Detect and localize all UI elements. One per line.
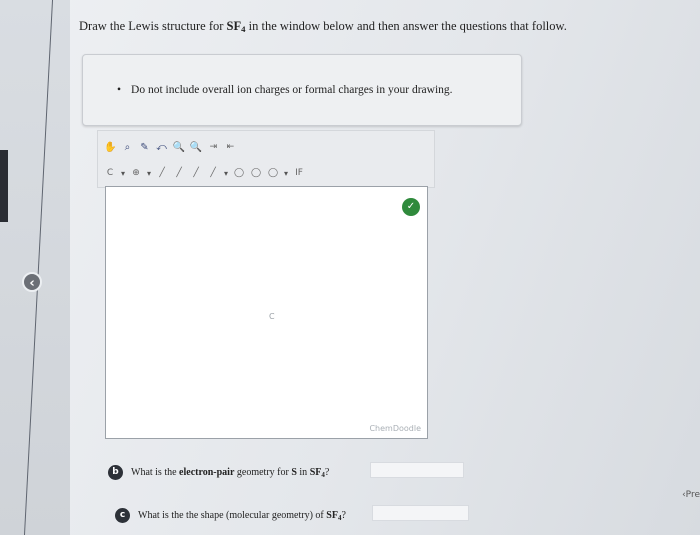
charge-tool-icon[interactable]: ⊕	[130, 165, 142, 181]
chemdoodle-logo: ChemDoodle	[369, 424, 421, 433]
question-b-text: What is the electron-pair geometry for S…	[131, 466, 330, 479]
question-formula: SF	[226, 19, 242, 33]
instruction-box: • Do not include overall ion charges or f…	[82, 54, 522, 126]
lone-pair-tool[interactable]: IF	[293, 165, 305, 181]
chevron-down-icon[interactable]: ▾	[121, 169, 125, 178]
chevron-down-icon[interactable]: ▾	[147, 169, 151, 178]
ring-tool-icon[interactable]: ◯	[233, 165, 245, 181]
instruction-text: • Do not include overall ion charges or f…	[117, 84, 453, 96]
question-c-text: What is the the shape (molecular geometr…	[138, 509, 346, 522]
left-dark-tab	[0, 150, 8, 222]
chevron-down-icon[interactable]: ▾	[224, 169, 228, 178]
drawing-canvas[interactable]: C ChemDoodle	[105, 186, 428, 439]
ring-tool-icon[interactable]: ◯	[250, 165, 262, 181]
eraser-tool-icon[interactable]: ✎	[138, 139, 150, 155]
back-arrow-icon[interactable]: ‹	[22, 272, 42, 292]
single-bond-icon[interactable]: ╱	[156, 165, 168, 181]
canvas-hint: C	[269, 312, 275, 321]
instruction-line: Do not include overall ion charges or fo…	[131, 84, 453, 96]
zoom-in-icon[interactable]: 🔍	[172, 139, 184, 155]
lasso-tool-icon[interactable]: ⌕	[121, 139, 133, 155]
chevron-down-icon[interactable]: ▾	[284, 169, 288, 178]
chemdoodle-toolbar: ✋ ⌕ ✎ ⤺ 🔍 🔍 ⇥ ⇤ C ▾ ⊕ ▾ ╱ ╱ ╱ ╱ ▾ ◯ ◯ ◯ ▾ IF	[97, 130, 435, 188]
question-c-badge: c	[115, 508, 130, 523]
toolbar-row-2: C ▾ ⊕ ▾ ╱ ╱ ╱ ╱ ▾ ◯ ◯ ◯ ▾ IF	[104, 163, 305, 183]
left-panel-edge	[0, 0, 70, 535]
triple-bond-icon[interactable]: ╱	[190, 165, 202, 181]
zoom-out-icon[interactable]: 🔍	[190, 139, 202, 155]
align-icon[interactable]: ⇤	[224, 139, 236, 155]
atom-carbon-tool[interactable]: C	[104, 165, 116, 181]
hand-tool-icon[interactable]: ✋	[104, 139, 116, 155]
undo-icon[interactable]: ⤺	[155, 139, 167, 155]
previous-link[interactable]: ‹Pre	[682, 490, 700, 500]
question-text-before: Draw the Lewis structure for	[79, 19, 227, 33]
question-text-after: in the window below and then answer the …	[245, 19, 567, 33]
answer-c-field[interactable]	[372, 505, 469, 521]
answer-b-field[interactable]	[370, 462, 464, 478]
ring-tool-icon[interactable]: ◯	[267, 165, 279, 181]
double-bond-icon[interactable]: ╱	[173, 165, 185, 181]
question-b: b What is the electron-pair geometry for…	[108, 465, 329, 480]
wedge-bond-icon[interactable]: ╱	[207, 165, 219, 181]
bullet-point: •	[117, 84, 122, 96]
question-c: c What is the the shape (molecular geome…	[115, 508, 346, 523]
clean-icon[interactable]: ⇥	[207, 139, 219, 155]
check-icon[interactable]: ✓	[402, 198, 420, 216]
question-b-badge: b	[108, 465, 123, 480]
toolbar-row-1: ✋ ⌕ ✎ ⤺ 🔍 🔍 ⇥ ⇤	[104, 137, 236, 157]
question-prompt: Draw the Lewis structure for SF4 in the …	[79, 19, 567, 34]
